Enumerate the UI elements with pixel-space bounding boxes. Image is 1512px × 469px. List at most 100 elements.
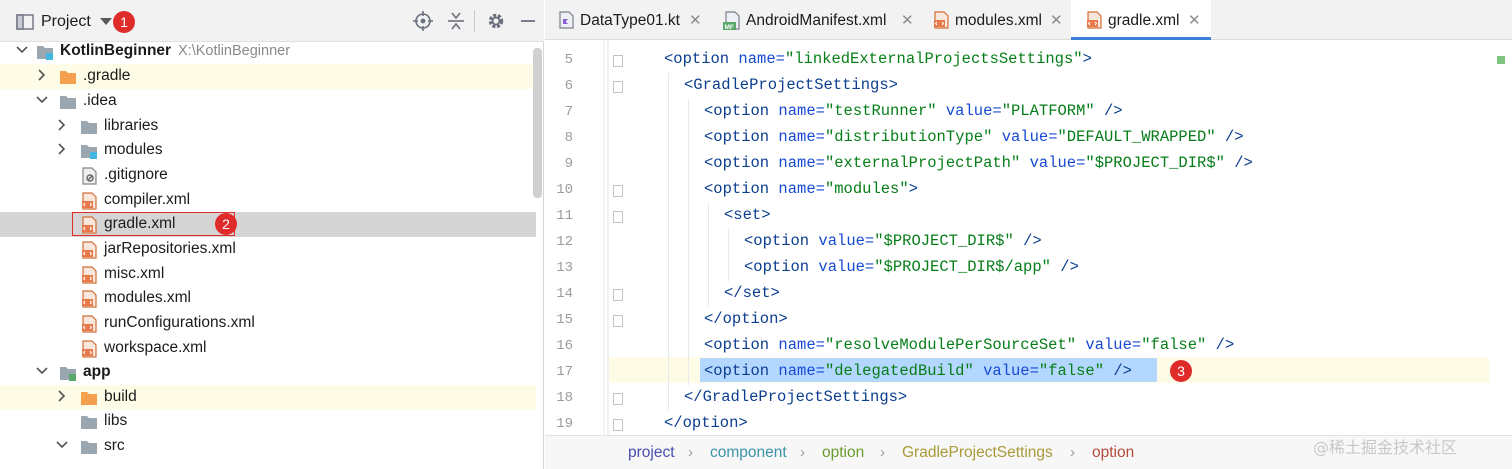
- tab-modules-xml[interactable]: modules.xml ✕: [922, 0, 1071, 40]
- code-token: value=: [945, 102, 1002, 120]
- fold-marker-icon[interactable]: [613, 55, 623, 67]
- breadcrumb-item[interactable]: option: [1092, 444, 1134, 462]
- tab-gradle-xml-active[interactable]: gradle.xml ✕: [1071, 0, 1211, 40]
- collapse-all-icon[interactable]: [446, 11, 466, 31]
- code-line[interactable]: <set>: [724, 206, 771, 224]
- code-line[interactable]: <option value="$PROJECT_DIR$/app" />: [744, 258, 1079, 276]
- close-icon[interactable]: ✕: [1050, 11, 1063, 29]
- folder-icon: [81, 416, 97, 429]
- fold-marker-icon[interactable]: [613, 419, 623, 431]
- code-token: "DEFAULT_WRAPPED": [1057, 128, 1216, 146]
- close-icon[interactable]: ✕: [689, 11, 702, 29]
- minimize-icon[interactable]: [518, 11, 538, 31]
- chevron-down-icon[interactable]: [36, 94, 48, 106]
- code-line[interactable]: <option value="$PROJECT_DIR$" />: [744, 232, 1042, 250]
- watermark-text: @稀土掘金技术社区: [1313, 438, 1458, 457]
- code-line[interactable]: <option name="resolveModulePerSourceSet"…: [704, 336, 1234, 354]
- project-scrollbar[interactable]: [533, 48, 542, 198]
- tree-item-app[interactable]: app: [8, 360, 544, 385]
- folder-orange-icon: [60, 71, 76, 84]
- tree-item-misc-xml[interactable]: misc.xml: [8, 262, 544, 287]
- tree-item-gradle-xml[interactable]: gradle.xml 2: [0, 212, 536, 237]
- code-line[interactable]: </GradleProjectSettings>: [684, 388, 907, 406]
- code-line[interactable]: <option name="linkedExternalProjectsSett…: [664, 50, 1092, 68]
- close-icon[interactable]: ✕: [901, 11, 914, 29]
- code-token: name=: [778, 154, 825, 172]
- tree-item-idea[interactable]: .idea: [8, 89, 544, 114]
- code-token: >: [908, 180, 918, 198]
- tree-item-modules[interactable]: modules: [8, 138, 544, 163]
- code-line[interactable]: <option name="delegatedBuild" value="fal…: [704, 362, 1132, 380]
- fold-marker-icon[interactable]: [613, 185, 623, 197]
- chevron-right-icon[interactable]: [36, 69, 48, 81]
- chevron-down-icon[interactable]: [16, 44, 28, 56]
- code-line[interactable]: <GradleProjectSettings>: [684, 76, 898, 94]
- fold-marker-icon[interactable]: [613, 81, 623, 93]
- indent-guide: [688, 125, 689, 151]
- code-line[interactable]: <option name="externalProjectPath" value…: [704, 154, 1253, 172]
- annotation-badge-3: 3: [1170, 360, 1192, 382]
- chevron-down-icon[interactable]: [56, 439, 68, 451]
- tab-label: AndroidManifest.xml: [746, 12, 887, 29]
- gear-icon[interactable]: [486, 11, 506, 31]
- tree-item-gradle-folder[interactable]: .gradle: [0, 64, 536, 89]
- breadcrumb-item[interactable]: project: [628, 444, 675, 462]
- chevron-down-icon[interactable]: [36, 365, 48, 377]
- tree-item-runconfigurations-xml[interactable]: runConfigurations.xml: [8, 311, 544, 336]
- breadcrumb-item[interactable]: option: [822, 444, 864, 462]
- locate-icon[interactable]: [413, 11, 433, 31]
- code-token: <option: [704, 128, 779, 146]
- fold-marker-icon[interactable]: [613, 393, 623, 405]
- fold-marker-icon[interactable]: [613, 211, 623, 223]
- code-line[interactable]: </option>: [704, 310, 788, 328]
- tree-item-modules-xml[interactable]: modules.xml: [8, 286, 544, 311]
- tree-item-build[interactable]: build: [0, 385, 536, 410]
- code-line[interactable]: </option>: [664, 414, 748, 432]
- fold-marker-icon[interactable]: [613, 315, 623, 327]
- tree-item-label: modules: [104, 141, 163, 158]
- code-line[interactable]: <option name="distributionType" value="D…: [704, 128, 1244, 146]
- breadcrumb-item[interactable]: component: [710, 444, 787, 462]
- fold-marker-icon[interactable]: [613, 289, 623, 301]
- indent-guide: [688, 281, 689, 307]
- tree-item-label: misc.xml: [104, 265, 165, 282]
- tree-item-gitignore[interactable]: .gitignore: [8, 163, 544, 188]
- code-line[interactable]: </set>: [724, 284, 780, 302]
- tree-item-compiler-xml[interactable]: compiler.xml: [8, 188, 544, 213]
- tree-item-libs[interactable]: libs: [8, 409, 544, 434]
- inspection-marker[interactable]: [1497, 56, 1505, 64]
- tab-datatype01-kt[interactable]: DataType01.kt ✕: [545, 0, 711, 40]
- chevron-right-icon[interactable]: [56, 390, 68, 402]
- line-number: 10: [556, 182, 573, 198]
- tree-item-root[interactable]: KotlinBeginner X:\KotlinBeginner: [8, 39, 544, 64]
- tree-item-jarrepositories-xml[interactable]: jarRepositories.xml: [8, 237, 544, 262]
- chevron-right-icon[interactable]: [56, 119, 68, 131]
- chevron-right-icon[interactable]: [56, 143, 68, 155]
- tab-androidmanifest-xml[interactable]: MF AndroidManifest.xml ✕: [711, 0, 922, 40]
- indent-guide: [688, 177, 689, 203]
- code-token: "false": [1038, 362, 1105, 380]
- tree-item-libraries[interactable]: libraries: [8, 114, 544, 139]
- tree-item-src[interactable]: src: [8, 434, 544, 459]
- tree-item-workspace-xml[interactable]: workspace.xml: [8, 336, 544, 361]
- code-token: "resolveModulePerSourceSet": [824, 336, 1077, 354]
- dropdown-arrow-icon[interactable]: [100, 18, 112, 26]
- close-icon[interactable]: ✕: [1188, 11, 1201, 29]
- breadcrumb-item[interactable]: GradleProjectSettings: [902, 444, 1053, 462]
- indent-guide: [668, 73, 669, 99]
- code-line[interactable]: <option name="modules">: [704, 180, 918, 198]
- indent-guide: [708, 255, 709, 281]
- code-token: "linkedExternalProjectsSettings": [784, 50, 1083, 68]
- code-token: />: [1050, 258, 1079, 276]
- project-path: X:\KotlinBeginner: [178, 43, 291, 59]
- line-number: 15: [556, 312, 573, 328]
- code-token: "false": [1141, 336, 1207, 354]
- indent-guide: [688, 229, 689, 255]
- project-view-title[interactable]: Project: [41, 13, 91, 31]
- code-token: <set>: [724, 206, 771, 224]
- folder-icon: [81, 121, 97, 134]
- code-token: "testRunner": [824, 102, 937, 120]
- code-line[interactable]: <option name="testRunner" value="PLATFOR…: [704, 102, 1123, 120]
- indent-guide: [688, 333, 689, 359]
